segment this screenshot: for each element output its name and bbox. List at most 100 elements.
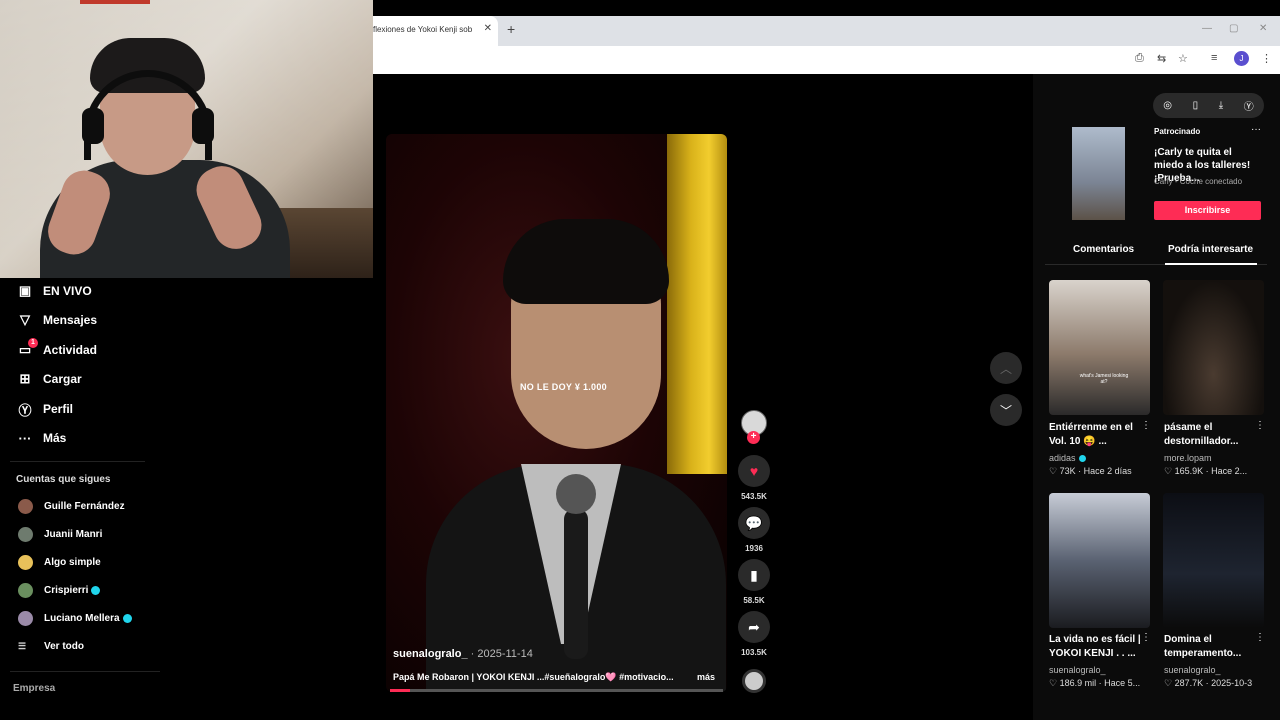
card-likes: 186.9 mil xyxy=(1059,678,1097,688)
headset-earcup-left xyxy=(82,108,104,144)
heart-icon[interactable]: ♥ xyxy=(738,455,770,487)
see-all-link[interactable]: ☰ Ver todo xyxy=(18,641,84,652)
video-card-thumbnail[interactable]: what's Jamesi looking at? xyxy=(1049,280,1150,415)
following-account[interactable]: Luciano Mellera xyxy=(18,611,132,626)
more-link[interactable]: más xyxy=(697,672,715,682)
browser-tab-strip: flexiones de Yokoi Kenji sob ✕ + — ▢ ✕ xyxy=(373,16,1280,46)
profile-avatar[interactable]: J xyxy=(1234,51,1249,66)
tab-comments[interactable]: Comentarios xyxy=(1073,244,1134,255)
bookmark-icon[interactable]: ▮ xyxy=(738,559,770,591)
next-video-button[interactable]: ﹀ xyxy=(990,394,1022,426)
card-likes: 287.7K xyxy=(1174,678,1204,688)
compass-icon[interactable]: ◎ xyxy=(1163,100,1172,111)
chrome-menu-icon[interactable]: ⋮ xyxy=(1261,52,1272,65)
card-author[interactable]: more.lopam xyxy=(1164,453,1212,463)
sidebar-item-live[interactable]: ▣ EN VIVO xyxy=(16,280,92,302)
close-icon[interactable]: ✕ xyxy=(484,23,492,34)
video-date: · 2025-11-14 xyxy=(470,648,533,660)
video-player[interactable]: NO LE DOY ¥ 1.000 xyxy=(386,134,727,692)
ad-more-icon[interactable]: ··· xyxy=(1251,124,1261,135)
comment-icon[interactable]: 💬 xyxy=(738,507,770,539)
video-card-thumbnail[interactable] xyxy=(1049,493,1150,628)
previous-video-button[interactable]: ︿ xyxy=(990,352,1022,384)
share-icon[interactable]: ➦ xyxy=(738,611,770,643)
sidebar-item-more[interactable]: ··· Más xyxy=(16,427,67,449)
headset-earcup-right xyxy=(192,108,214,144)
save-action[interactable]: ▮ 58.5K xyxy=(738,559,770,605)
card-more-icon[interactable]: ⋮ xyxy=(1255,420,1265,431)
sidebar-item-upload[interactable]: ⊞ Cargar xyxy=(16,368,82,390)
left-sidebar: ▣ EN VIVO ▽ Mensajes ▭ 1 Actividad ⊞ Car… xyxy=(0,278,373,720)
like-action[interactable]: ♥ 543.5K xyxy=(738,455,770,501)
following-account[interactable]: Crispierri xyxy=(18,583,101,598)
card-author[interactable]: suenalogralo_ xyxy=(1164,665,1221,675)
avatar xyxy=(18,527,33,542)
card-likes: 165.9K xyxy=(1174,466,1204,476)
download-icon[interactable]: ⤓ xyxy=(1219,100,1223,111)
install-app-icon[interactable]: ⎙ xyxy=(1135,52,1144,65)
ad-thumbnail[interactable] xyxy=(1072,127,1125,220)
video-caption-overlay: NO LE DOY ¥ 1.000 xyxy=(520,382,607,392)
window-close-button[interactable]: ✕ xyxy=(1259,23,1267,34)
separator: · xyxy=(1205,678,1209,688)
sidebar-item-label: Cargar xyxy=(43,372,82,386)
maximize-button[interactable]: ▢ xyxy=(1229,23,1238,34)
card-author[interactable]: suenalogralo_ xyxy=(1049,665,1106,675)
address-bar[interactable]: ⎙ ⇆ ☆ ≡ J ⋮ xyxy=(373,46,1280,74)
bookmark-star-icon[interactable]: ☆ xyxy=(1178,52,1188,65)
card-likes: 73K xyxy=(1059,466,1076,476)
video-card-title[interactable]: Entiérrenme en el Vol. 10 😝 ... xyxy=(1049,421,1145,449)
avatar xyxy=(18,611,33,626)
card-more-icon[interactable]: ⋮ xyxy=(1255,632,1265,643)
card-more-icon[interactable]: ⋮ xyxy=(1141,632,1151,643)
sidebar-item-label: Perfil xyxy=(43,402,74,416)
video-card-thumbnail[interactable] xyxy=(1163,280,1264,415)
comment-action[interactable]: 💬 1936 xyxy=(738,507,770,553)
profile-icon: Ⓨ xyxy=(18,402,32,418)
media-control-icon[interactable]: ≡ xyxy=(1211,52,1217,64)
webcam-red-strip xyxy=(80,0,150,4)
video-description-text: Papá Me Robaron | YOKOI KENJI ...#sueñal… xyxy=(393,672,674,682)
verified-badge-icon xyxy=(122,614,132,623)
browser-tab-title: flexiones de Yokoi Kenji sob xyxy=(373,25,473,34)
avatar xyxy=(18,555,33,570)
card-time: 2025-10-3 xyxy=(1211,678,1253,688)
phone-icon[interactable]: ▯ xyxy=(1193,100,1199,111)
sidebar-item-profile[interactable]: Ⓨ Perfil xyxy=(16,398,73,420)
following-section-title: Cuentas que sigues xyxy=(16,474,111,485)
profile-badge-icon[interactable]: Ⓨ xyxy=(1244,98,1254,113)
video-card-title[interactable]: pásame el destornillador... xyxy=(1164,421,1260,449)
following-account[interactable]: Guille Fernández xyxy=(18,499,125,514)
send-icon: ▽ xyxy=(20,312,30,327)
sponsored-label: Patrocinado xyxy=(1154,127,1201,136)
video-card-title[interactable]: Domina el temperamento... xyxy=(1164,633,1260,661)
microphone-handle xyxy=(564,509,588,659)
like-count: 543.5K xyxy=(741,492,767,501)
video-progress-bar[interactable] xyxy=(390,689,723,692)
browser-tab[interactable]: flexiones de Yokoi Kenji sob ✕ xyxy=(373,16,498,46)
video-flag xyxy=(667,134,727,474)
minimize-button[interactable]: — xyxy=(1202,23,1212,34)
sound-disc-icon[interactable] xyxy=(742,669,766,693)
video-card-title[interactable]: La vida no es fácil | YOKOI KENJI . . ..… xyxy=(1049,633,1145,661)
translate-icon[interactable]: ⇆ xyxy=(1157,52,1166,65)
follow-plus-button[interactable]: + xyxy=(747,431,760,444)
video-author-link[interactable]: suenalogralo_ xyxy=(393,648,468,660)
card-more-icon[interactable]: ⋮ xyxy=(1141,420,1151,431)
card-author[interactable]: adidas xyxy=(1049,453,1087,463)
tab-you-may-like[interactable]: Podría interesarte xyxy=(1168,244,1253,255)
video-card-thumbnail[interactable] xyxy=(1163,493,1264,628)
new-tab-button[interactable]: + xyxy=(507,21,515,37)
card-overlay-text: what's Jamesi looking at? xyxy=(1079,373,1129,385)
following-account[interactable]: Juanii Manri xyxy=(18,527,102,542)
subscribe-button[interactable]: Inscribirse xyxy=(1154,201,1261,220)
sidebar-item-activity[interactable]: ▭ 1 Actividad xyxy=(16,338,97,361)
company-link[interactable]: Empresa xyxy=(13,683,55,694)
sidebar-item-messages[interactable]: ▽ Mensajes xyxy=(16,309,97,331)
sidebar-divider xyxy=(10,671,160,672)
card-time: Hace 5... xyxy=(1104,678,1141,688)
separator: · xyxy=(1205,466,1209,476)
card-stats: ♡ 287.7K · 2025-10-3 xyxy=(1164,678,1252,689)
following-account[interactable]: Algo simple xyxy=(18,555,101,570)
share-action[interactable]: ➦ 103.5K xyxy=(738,611,770,657)
